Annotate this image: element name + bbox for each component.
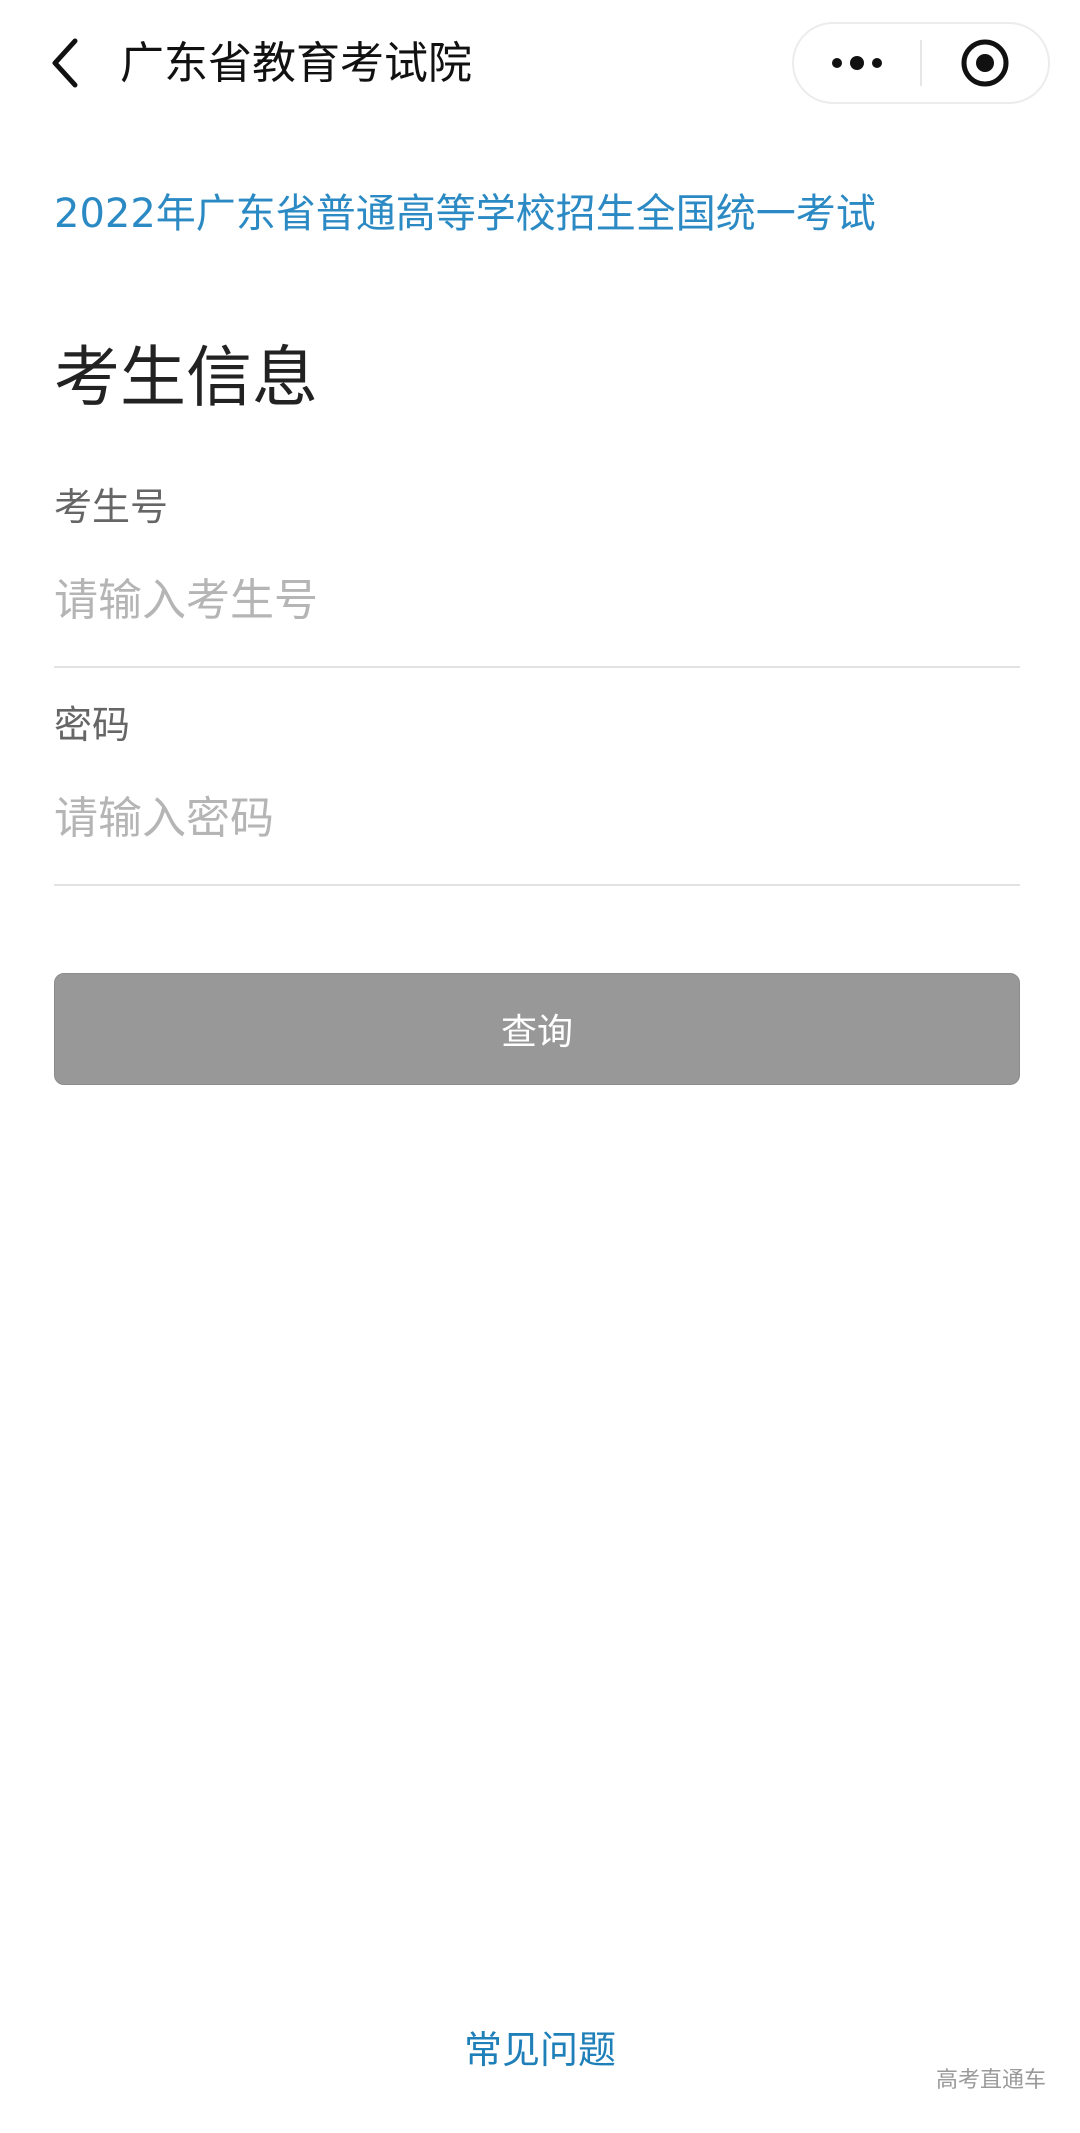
candidate-number-label: 考生号 bbox=[54, 485, 169, 529]
close-mini-program-button[interactable] bbox=[922, 24, 1048, 102]
navigation-bar: 广东省教育考试院 bbox=[0, 0, 1080, 128]
target-circle-icon bbox=[961, 39, 1009, 87]
query-button[interactable]: 查询 bbox=[54, 973, 1020, 1085]
watermark: 高考直通车 bbox=[935, 2068, 1046, 2093]
password-input[interactable] bbox=[54, 778, 1020, 858]
query-button-label: 查询 bbox=[500, 1012, 573, 1053]
page-title: 广东省教育考试院 bbox=[120, 38, 472, 89]
exam-title: 2022年广东省普通高等学校招生全国统一考试 bbox=[54, 191, 876, 237]
password-label: 密码 bbox=[54, 703, 131, 747]
back-button[interactable] bbox=[30, 28, 100, 98]
candidate-number-underline bbox=[54, 666, 1020, 668]
password-underline bbox=[54, 884, 1020, 886]
mini-program-capsule bbox=[792, 22, 1050, 104]
page: 广东省教育考试院 2022年广东省普通高等学校招生全国统一考试 考生信息 考生号 bbox=[0, 0, 1080, 2133]
candidate-number-input[interactable] bbox=[54, 560, 1020, 640]
more-button[interactable] bbox=[794, 24, 920, 102]
more-dots-icon bbox=[832, 56, 882, 70]
faq-link[interactable]: 常见问题 bbox=[0, 2020, 1080, 2080]
section-title: 考生信息 bbox=[54, 339, 318, 416]
chevron-left-icon bbox=[52, 38, 78, 88]
